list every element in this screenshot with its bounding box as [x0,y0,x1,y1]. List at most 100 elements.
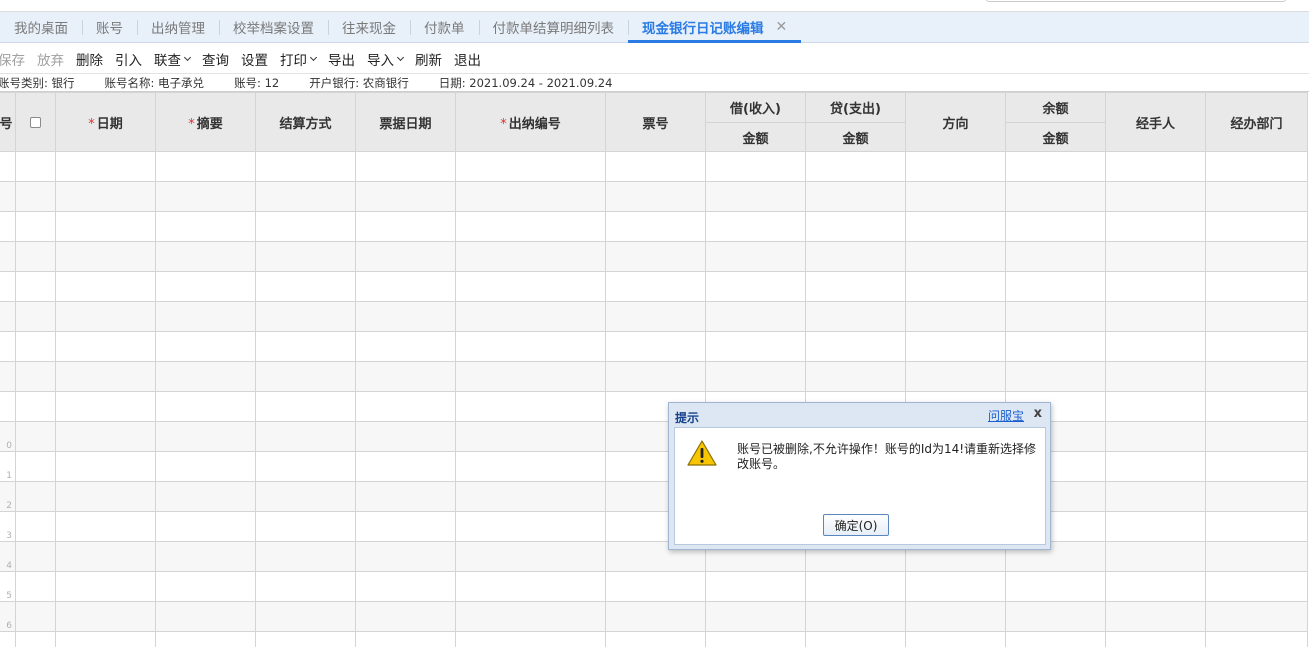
table-cell[interactable] [1205,511,1308,542]
table-cell[interactable] [1205,421,1308,452]
table-cell[interactable] [1005,241,1106,272]
table-cell[interactable] [55,271,156,302]
table-cell[interactable] [455,391,606,422]
settings-button[interactable]: 设置 [241,49,268,69]
table-cell[interactable] [55,211,156,242]
table-row[interactable] [0,241,1308,272]
table-cell[interactable] [455,181,606,212]
col-bill-number[interactable]: 票号 [605,92,706,152]
table-cell[interactable] [455,271,606,302]
table-cell[interactable] [905,211,1006,242]
table-cell[interactable] [355,331,456,362]
table-cell[interactable] [805,241,906,272]
table-cell[interactable] [1005,631,1106,647]
query-button[interactable]: 查询 [202,49,229,69]
table-cell[interactable] [905,571,1006,602]
table-cell[interactable] [255,181,356,212]
table-cell[interactable] [605,271,706,302]
table-cell[interactable] [255,301,356,332]
export-button[interactable]: 导出 [328,49,355,69]
close-icon[interactable]: ✕ [776,19,788,35]
table-cell[interactable] [1105,271,1206,302]
table-cell[interactable] [1005,331,1106,362]
table-row[interactable] [0,181,1308,212]
table-cell[interactable] [605,601,706,632]
table-cell[interactable] [605,331,706,362]
select-all-checkbox[interactable] [30,116,41,128]
table-cell[interactable] [705,271,806,302]
col-bill-date[interactable]: 票据日期 [355,92,456,152]
table-cell[interactable] [1105,331,1206,362]
table-cell[interactable] [355,541,456,572]
table-cell[interactable] [455,211,606,242]
table-cell[interactable] [1205,361,1308,392]
table-cell[interactable] [355,601,456,632]
table-cell[interactable] [705,181,806,212]
table-cell[interactable] [455,421,606,452]
table-cell[interactable] [55,511,156,542]
table-cell[interactable] [605,361,706,392]
table-cell[interactable] [455,571,606,602]
table-cell[interactable] [155,151,256,182]
table-cell[interactable] [1105,541,1206,572]
table-cell[interactable] [15,451,56,482]
tab-archive-settings[interactable]: 校举档案设置 [219,12,328,43]
import-ref-button[interactable]: 引入 [115,49,142,69]
table-cell[interactable] [805,331,906,362]
table-cell[interactable] [905,601,1006,632]
table-cell[interactable] [805,301,906,332]
table-cell[interactable] [355,451,456,482]
exit-button[interactable]: 退出 [454,49,481,69]
table-cell[interactable] [155,391,256,422]
table-cell[interactable] [1205,481,1308,512]
table-cell[interactable] [805,181,906,212]
table-cell[interactable] [255,571,356,602]
table-cell[interactable] [355,511,456,542]
table-cell[interactable] [805,271,906,302]
table-row[interactable] [0,151,1308,182]
table-cell[interactable] [355,571,456,602]
table-cell[interactable] [1005,151,1106,182]
table-cell[interactable] [355,421,456,452]
table-cell[interactable] [455,331,606,362]
table-cell[interactable] [15,511,56,542]
table-row[interactable] [0,331,1308,362]
table-row[interactable]: 5 [0,571,1308,602]
table-cell[interactable] [605,571,706,602]
table-cell[interactable] [805,151,906,182]
import-button[interactable]: 导入 [367,49,405,69]
table-cell[interactable] [55,241,156,272]
col-summary[interactable]: * 摘要 [155,92,256,152]
table-cell[interactable] [55,571,156,602]
table-cell[interactable] [455,511,606,542]
table-cell[interactable] [1005,571,1106,602]
table-cell[interactable] [255,481,356,512]
tab-desktop[interactable]: 我的桌面 [0,12,82,43]
table-cell[interactable] [255,511,356,542]
table-cell[interactable] [605,301,706,332]
table-cell[interactable] [15,211,56,242]
table-cell[interactable] [15,241,56,272]
table-cell[interactable] [155,271,256,302]
col-select-all[interactable] [15,92,56,152]
table-cell[interactable] [155,421,256,452]
table-cell[interactable] [905,151,1006,182]
tab-payment-settlement-list[interactable]: 付款单结算明细列表 [478,12,629,43]
table-cell[interactable] [605,241,706,272]
table-cell[interactable] [15,151,56,182]
table-cell[interactable] [805,361,906,392]
table-cell[interactable] [1205,541,1308,572]
table-cell[interactable] [155,181,256,212]
ok-button[interactable]: 确定(O) [823,514,889,536]
table-cell[interactable] [705,631,806,647]
save-button[interactable]: 保存 [0,49,25,69]
table-cell[interactable] [1105,601,1206,632]
table-cell[interactable] [805,211,906,242]
table-cell[interactable] [1005,601,1106,632]
table-cell[interactable] [255,151,356,182]
table-cell[interactable] [355,271,456,302]
col-handler[interactable]: 经手人 [1105,92,1206,152]
table-cell[interactable] [1205,151,1308,182]
table-cell[interactable] [15,631,56,647]
table-cell[interactable] [605,211,706,242]
